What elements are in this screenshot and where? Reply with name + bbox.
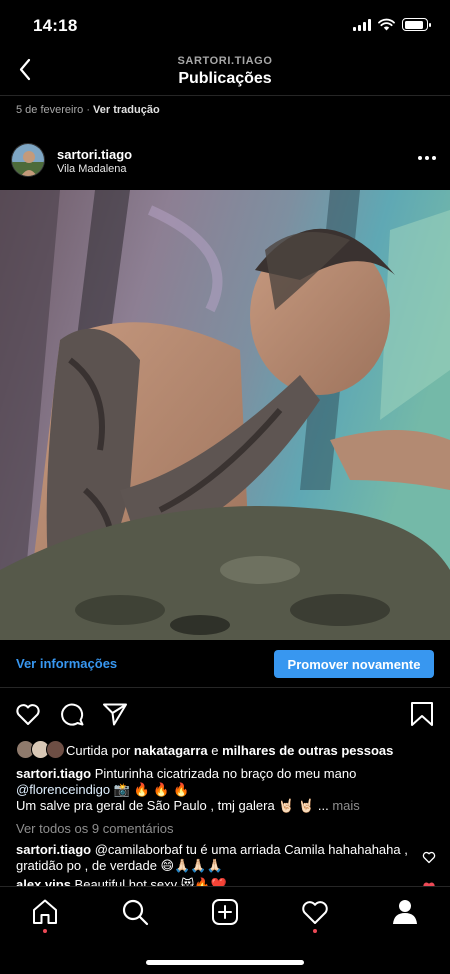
top-navigation: SARTORI.TIAGO Publicações — [0, 50, 450, 96]
liker-avatars — [16, 740, 66, 760]
likes-middle: e — [207, 742, 223, 758]
likes-prefix: Curtida por — [66, 742, 134, 758]
insights-bar: Ver informações Promover novamente — [0, 640, 450, 688]
home-notification-dot — [43, 929, 47, 933]
page-title: Publicações — [178, 70, 272, 87]
share-icon[interactable] — [101, 700, 129, 728]
wifi-icon — [378, 18, 395, 31]
caption-more-link[interactable]: mais — [329, 798, 359, 813]
home-icon[interactable] — [30, 897, 60, 927]
likes-text: Curtida por nakatagarra e milhares de ou… — [66, 743, 393, 758]
liker-username[interactable]: nakatagarra — [134, 743, 208, 758]
status-bar: 14:18 — [0, 0, 450, 50]
avatar[interactable] — [11, 143, 45, 177]
profile-icon[interactable] — [390, 897, 420, 927]
home-indicator — [146, 960, 304, 965]
view-insights-link[interactable]: Ver informações — [16, 656, 117, 671]
caption-line3: Um salve pra geral de São Paulo , tmj ga… — [16, 798, 329, 813]
comment: sartori.tiago @camilaborbaf tu é uma arr… — [16, 842, 411, 874]
view-all-comments-link[interactable]: Ver todos os 9 comentários — [16, 821, 174, 836]
caption-username[interactable]: sartori.tiago — [16, 766, 91, 781]
post-caption: sartori.tiago Pinturinha cicatrizada no … — [16, 766, 436, 814]
post-location[interactable]: Vila Madalena — [57, 163, 127, 175]
status-time: 14:18 — [33, 16, 78, 35]
heart-icon[interactable] — [14, 700, 42, 728]
more-options-icon[interactable] — [418, 156, 436, 160]
nav-account-name: SARTORI.TIAGO — [177, 55, 273, 67]
post-username[interactable]: sartori.tiago — [57, 147, 132, 162]
previous-post-meta: 5 de fevereiro · Ver tradução — [16, 104, 160, 116]
promote-again-button[interactable]: Promover novamente — [274, 650, 434, 678]
bookmark-icon[interactable] — [408, 700, 436, 728]
previous-post-date: 5 de fevereiro — [16, 104, 84, 116]
activity-heart-icon[interactable] — [300, 897, 330, 927]
caption-emoji: 📸 🔥 🔥 🔥 — [110, 782, 190, 797]
post-header: sartori.tiago Vila Madalena — [0, 140, 450, 182]
search-icon[interactable] — [120, 897, 150, 927]
add-post-icon[interactable] — [210, 897, 240, 927]
likes-summary[interactable]: Curtida por nakatagarra e milhares de ou… — [16, 740, 393, 760]
battery-icon — [402, 18, 431, 31]
caption-text: Pinturinha cicatrizada no braço do meu m… — [91, 766, 357, 781]
translate-link[interactable]: Ver tradução — [93, 104, 160, 116]
status-icons — [353, 18, 431, 31]
comment-icon[interactable] — [58, 700, 86, 728]
likes-others[interactable]: milhares de outras pessoas — [222, 743, 393, 758]
cellular-signal-icon — [353, 18, 371, 31]
comment-heart-icon[interactable] — [422, 850, 436, 864]
post-actions — [0, 698, 450, 730]
comment-username[interactable]: sartori.tiago — [16, 842, 91, 857]
caption-mention[interactable]: @florenceindigo — [16, 782, 110, 797]
meta-separator: · — [83, 104, 94, 116]
post-photo[interactable] — [0, 190, 450, 640]
activity-notification-dot — [313, 929, 317, 933]
